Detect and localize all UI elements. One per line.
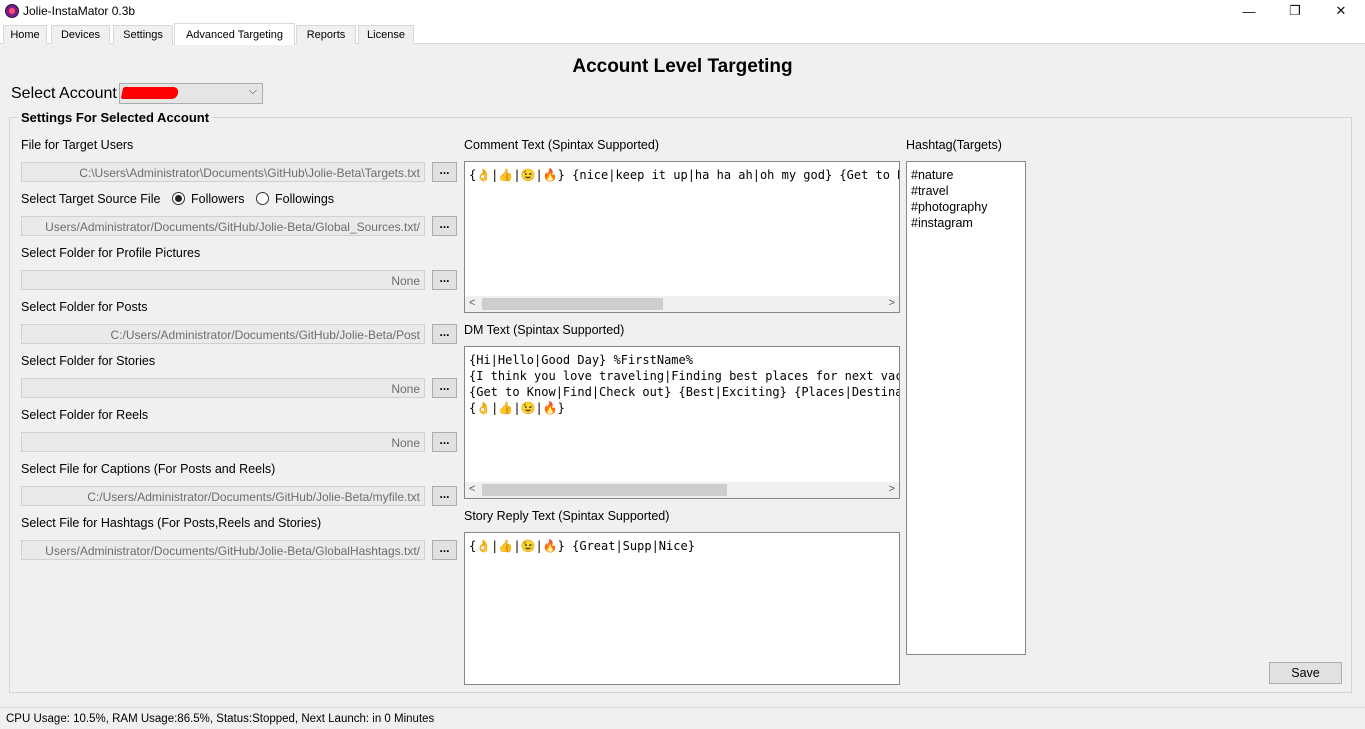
- stories-folder-label: Select Folder for Stories: [21, 354, 156, 368]
- chevron-down-icon: ⌵: [248, 85, 257, 97]
- tab-advanced-targeting[interactable]: Advanced Targeting: [174, 23, 295, 45]
- window-title: Jolie-InstaMator 0.3b: [23, 4, 136, 18]
- profile-pictures-path-field[interactable]: None: [21, 270, 425, 290]
- tab-home[interactable]: Home: [3, 25, 47, 44]
- reels-folder-label: Select Folder for Reels: [21, 408, 149, 422]
- target-users-path-field[interactable]: C:\Users\Administrator\Documents\GitHub\…: [21, 162, 425, 182]
- target-users-label: File for Target Users: [21, 138, 134, 152]
- minimize-button[interactable]: —: [1226, 0, 1272, 22]
- page-title: Account Level Targeting: [572, 56, 793, 77]
- scroll-left-icon[interactable]: <: [469, 297, 475, 309]
- profile-pictures-label: Select Folder for Profile Pictures: [21, 246, 201, 260]
- posts-folder-path-field[interactable]: C:/Users/Administrator/Documents/GitHub/…: [21, 324, 425, 344]
- dm-horizontal-scrollbar[interactable]: < >: [465, 482, 899, 498]
- scroll-right-icon[interactable]: >: [889, 297, 895, 309]
- hashtag-targets-text: #nature #travel #photography #instagram: [911, 168, 988, 230]
- stories-folder-path-field[interactable]: None: [21, 378, 425, 398]
- story-reply-label: Story Reply Text (Spintax Supported): [464, 509, 670, 523]
- tab-license[interactable]: License: [358, 25, 414, 44]
- captions-file-path-field[interactable]: C:/Users/Administrator/Documents/GitHub/…: [21, 486, 425, 506]
- browse-profile-pictures-button[interactable]: ...: [432, 270, 457, 290]
- redacted-account-name: [120, 87, 180, 99]
- dm-text-label: DM Text (Spintax Supported): [464, 323, 625, 337]
- target-source-path-field[interactable]: /Users/Administrator/Documents/GitHub/Jo…: [21, 216, 425, 236]
- status-bar: CPU Usage: 10.5%, RAM Usage:86.5%, Statu…: [0, 707, 1365, 729]
- browse-captions-button[interactable]: ...: [432, 486, 457, 506]
- browse-hashtags-button[interactable]: ...: [432, 540, 457, 560]
- comment-horizontal-scrollbar[interactable]: < >: [465, 296, 899, 312]
- captions-file-label: Select File for Captions (For Posts and …: [21, 462, 276, 476]
- scroll-right-icon[interactable]: >: [889, 483, 895, 495]
- comment-textarea[interactable]: {👌|👍|😉|🔥} {nice|keep it up|ha ha ah|oh m…: [464, 161, 900, 313]
- comment-text-label: Comment Text (Spintax Supported): [464, 138, 660, 152]
- browse-reels-button[interactable]: ...: [432, 432, 457, 452]
- hashtag-targets-label: Hashtag(Targets): [906, 138, 1002, 152]
- hashtags-file-label: Select File for Hashtags (For Posts,Reel…: [21, 516, 322, 530]
- tab-settings[interactable]: Settings: [113, 25, 173, 44]
- followings-radio[interactable]: [256, 192, 269, 205]
- scrollbar-thumb[interactable]: [482, 298, 663, 310]
- posts-folder-label: Select Folder for Posts: [21, 300, 148, 314]
- story-reply-text: {👌|👍|😉|🔥} {Great|Supp|Nice}: [469, 539, 695, 553]
- comment-text: {👌|👍|😉|🔥} {nice|keep it up|ha ha ah|oh m…: [469, 168, 899, 182]
- account-select[interactable]: ⌵: [119, 83, 263, 104]
- followers-radio[interactable]: [172, 192, 185, 205]
- status-text: CPU Usage: 10.5%, RAM Usage:86.5%, Statu…: [6, 713, 435, 725]
- title-bar: Jolie-InstaMator 0.3b — ❐ ✕: [0, 0, 1365, 22]
- browse-stories-button[interactable]: ...: [432, 378, 457, 398]
- settings-group-title: Settings For Selected Account: [18, 110, 213, 125]
- browse-posts-button[interactable]: ...: [432, 324, 457, 344]
- tab-devices[interactable]: Devices: [51, 25, 110, 44]
- browse-target-source-button[interactable]: ...: [432, 216, 457, 236]
- tab-strip: Home Devices Settings Advanced Targeting…: [0, 22, 1365, 45]
- dm-text: {Hi|Hello|Good Day} %FirstName% {I think…: [469, 353, 900, 415]
- maximize-button[interactable]: ❐: [1272, 0, 1318, 22]
- followers-radio-label: Followers: [191, 192, 245, 206]
- browse-target-users-button[interactable]: ...: [432, 162, 457, 182]
- scrollbar-thumb[interactable]: [482, 484, 727, 496]
- target-source-label: Select Target Source File: [21, 192, 161, 206]
- followings-radio-label: Followings: [275, 192, 335, 206]
- hashtags-file-path-field[interactable]: /Users/Administrator/Documents/GitHub/Jo…: [21, 540, 425, 560]
- scroll-left-icon[interactable]: <: [469, 483, 475, 495]
- close-button[interactable]: ✕: [1318, 0, 1364, 22]
- select-account-label: Select Account: [11, 85, 117, 102]
- reels-folder-path-field[interactable]: None: [21, 432, 425, 452]
- app-logo-icon: [5, 4, 19, 18]
- tab-reports[interactable]: Reports: [296, 25, 356, 44]
- story-reply-textarea[interactable]: {👌|👍|😉|🔥} {Great|Supp|Nice}: [464, 532, 900, 685]
- save-button[interactable]: Save: [1269, 662, 1342, 684]
- hashtag-targets-textarea[interactable]: #nature #travel #photography #instagram: [906, 161, 1026, 655]
- dm-textarea[interactable]: {Hi|Hello|Good Day} %FirstName% {I think…: [464, 346, 900, 499]
